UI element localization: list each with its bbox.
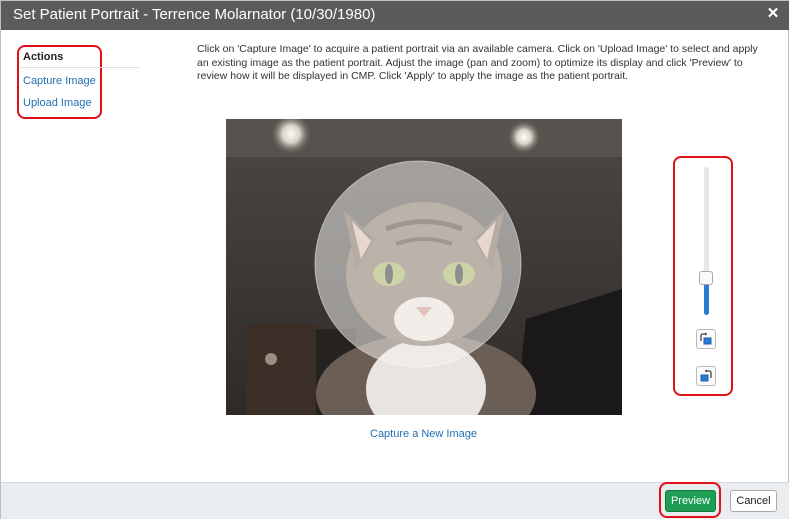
dialog-title: Set Patient Portrait - Terrence Molarnat… (13, 6, 376, 23)
rotate-right-button[interactable] (696, 366, 716, 386)
set-patient-portrait-dialog: Set Patient Portrait - Terrence Molarnat… (0, 0, 789, 519)
capture-image-link[interactable]: Capture Image (23, 75, 96, 87)
cancel-button[interactable]: Cancel (730, 490, 777, 512)
actions-heading: Actions (23, 51, 64, 63)
zoom-slider-thumb[interactable] (699, 271, 713, 285)
close-icon[interactable]: ✕ (764, 4, 782, 24)
instructions-text: Click on 'Capture Image' to acquire a pa… (197, 43, 758, 82)
portrait-photo (226, 119, 622, 415)
capture-new-image-link[interactable]: Capture a New Image (370, 428, 477, 440)
portrait-image-area[interactable] (226, 119, 622, 415)
rotate-right-icon (700, 369, 712, 382)
upload-image-link[interactable]: Upload Image (23, 97, 92, 109)
rotate-left-icon (700, 332, 712, 345)
preview-button[interactable]: Preview (665, 490, 716, 512)
dialog-titlebar: Set Patient Portrait - Terrence Molarnat… (1, 1, 789, 30)
actions-divider (21, 67, 139, 68)
rotate-left-button[interactable] (696, 329, 716, 349)
